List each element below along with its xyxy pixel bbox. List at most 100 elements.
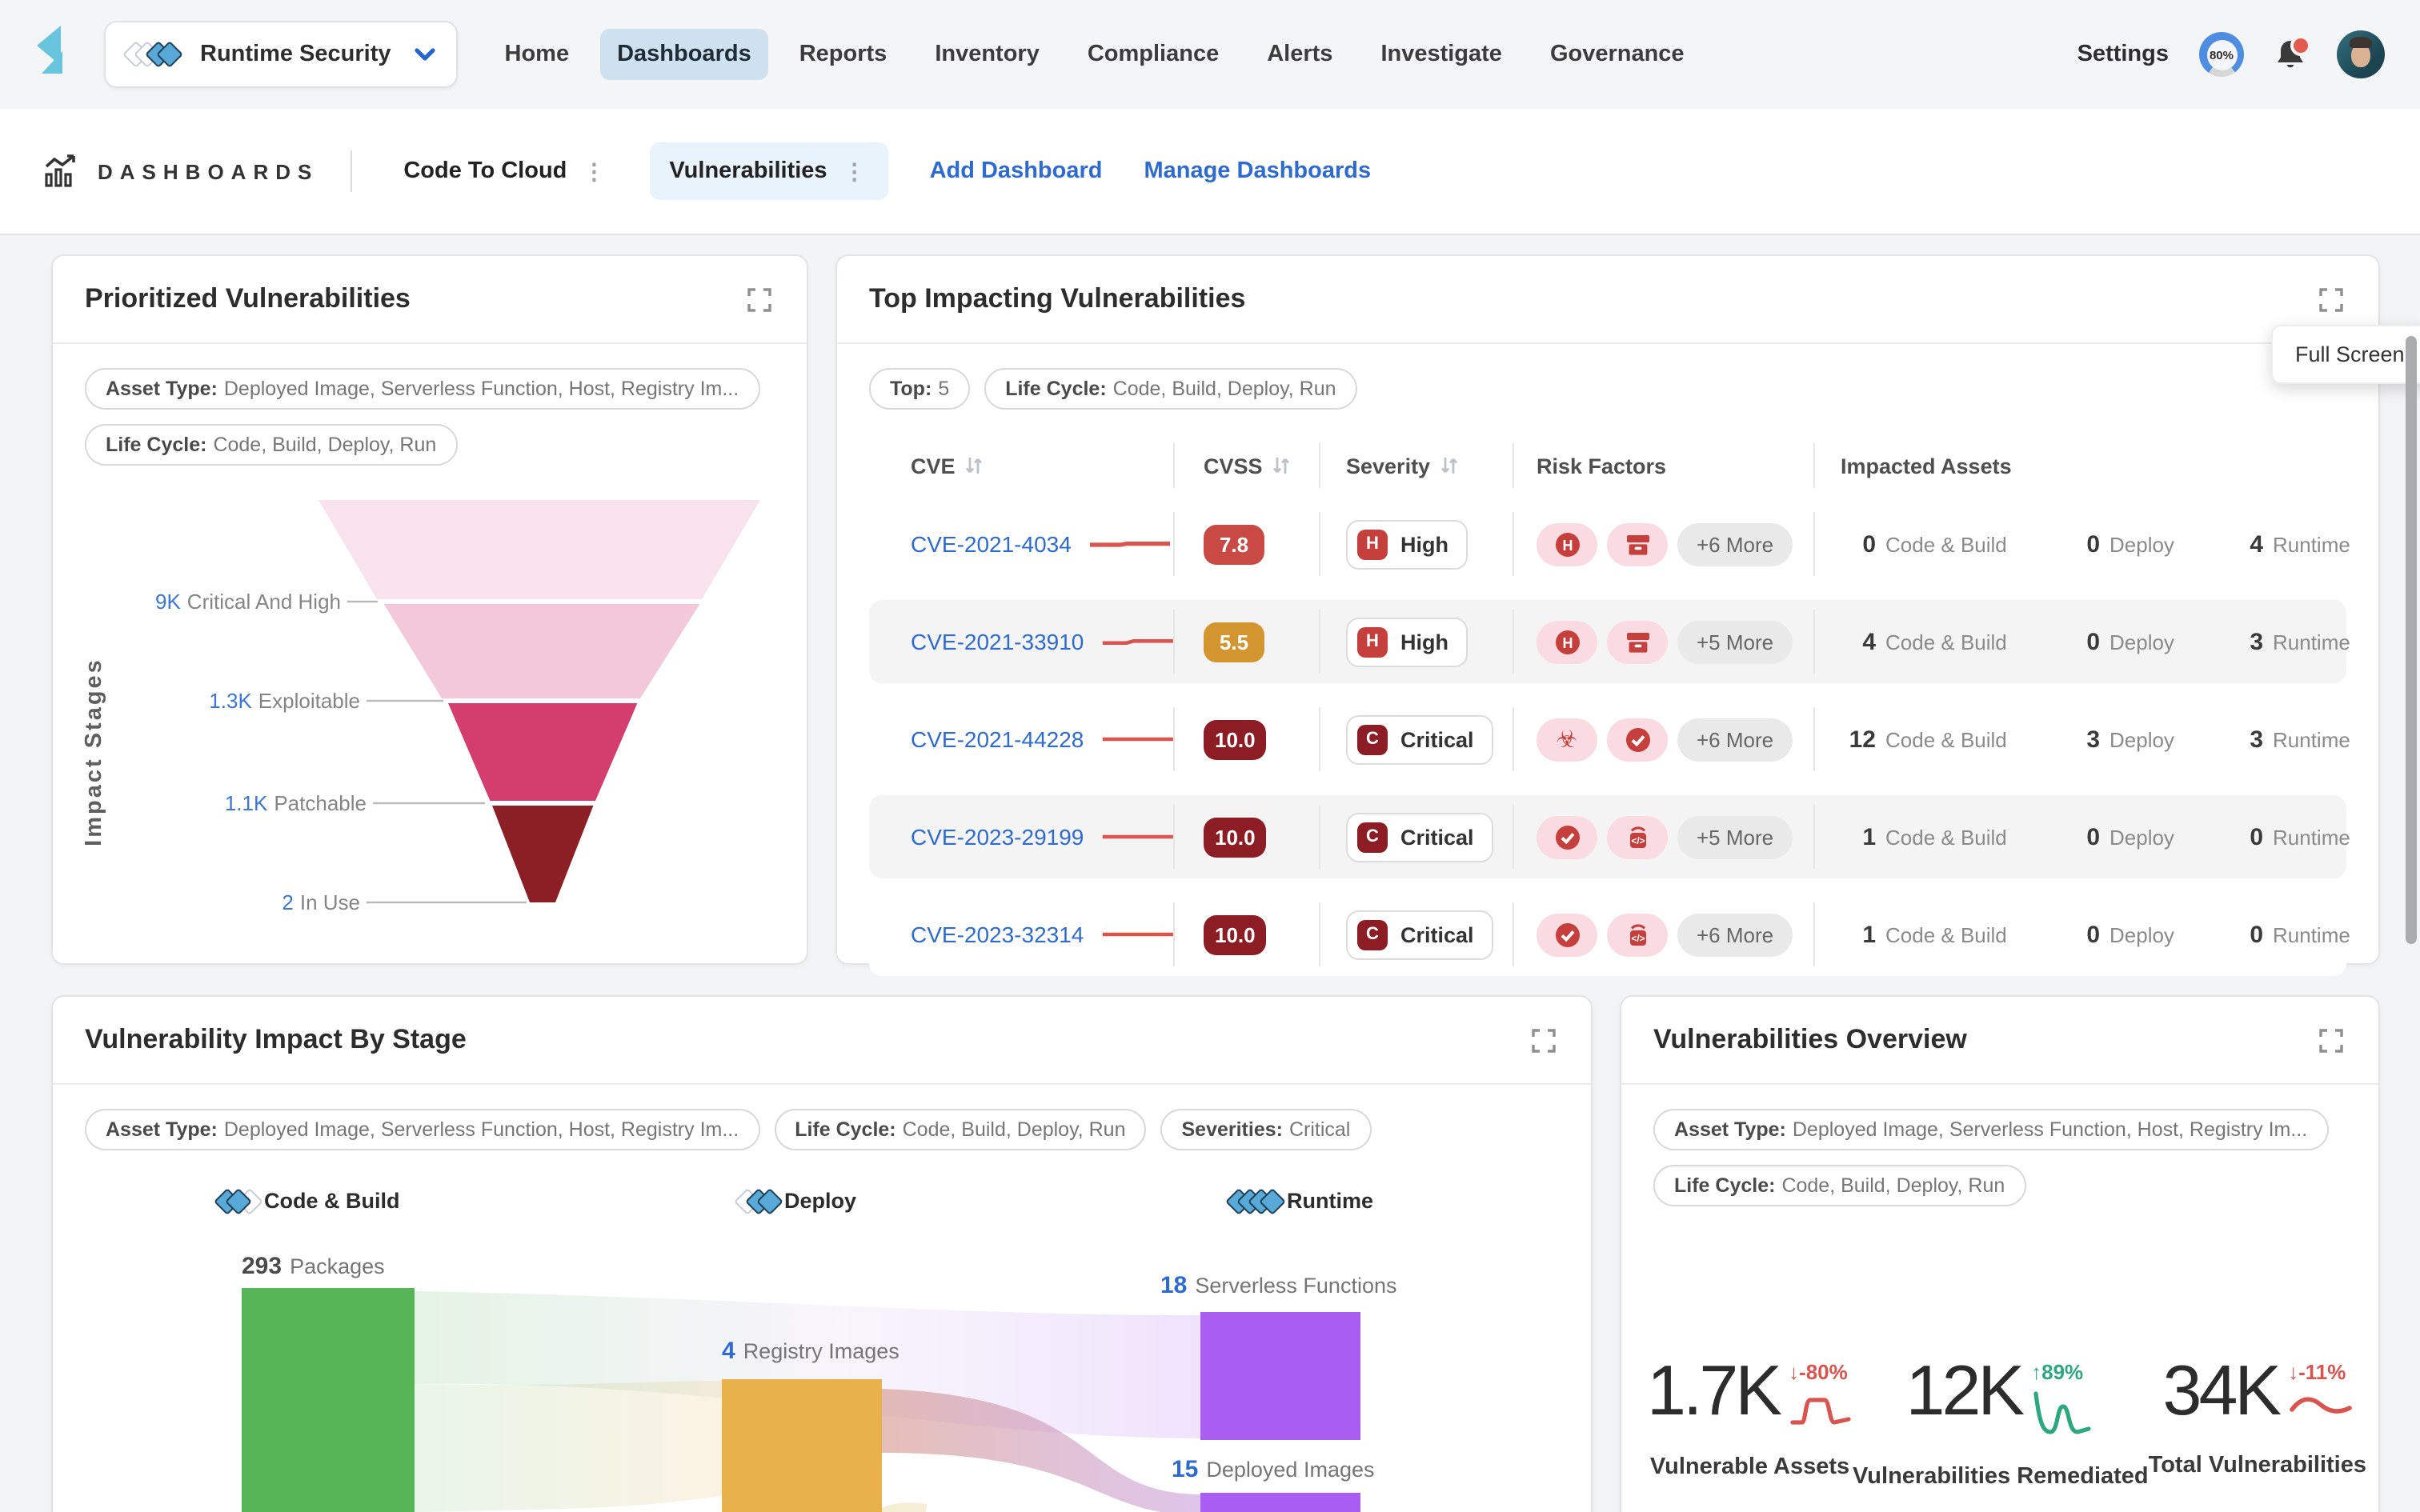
filter-pill-asset-type[interactable]: Asset Type:Deployed Image, Serverless Fu… <box>1653 1109 2328 1150</box>
table-row[interactable]: CVE-2021-44228 10.0 CCritical ☣ +6 More … <box>869 698 2346 781</box>
column-header-risk-factors[interactable]: Risk Factors <box>1514 435 1815 496</box>
stat-vulnerable-assets: 1.7K ↓-80% Vulnerable Assets <box>1647 1357 1853 1490</box>
tab-vulnerabilities[interactable]: Vulnerabilities ⋮ <box>650 142 887 200</box>
cve-link[interactable]: CVE-2021-33910 <box>911 629 1084 654</box>
lifecycle-diamonds-icon <box>1229 1191 1282 1210</box>
filter-pill-severities[interactable]: Severities:Critical <box>1161 1109 1372 1150</box>
vertical-scrollbar[interactable] <box>2406 336 2417 944</box>
top-nav: Runtime Security Home Dashboards Reports… <box>0 0 2420 109</box>
impacted-runtime: 3Runtime <box>2228 628 2350 655</box>
lifecycle-diamonds-icon <box>738 1191 779 1210</box>
nav-item-dashboards[interactable]: Dashboards <box>599 29 769 80</box>
funnel-label: 1.1KPatchable <box>225 791 367 815</box>
risk-factor-check-circle-icon[interactable] <box>1537 913 1597 956</box>
filter-pill-asset-type[interactable]: Asset Type:Deployed Image, Serverless Fu… <box>85 1109 759 1150</box>
fullscreen-tooltip: Full Screen <box>2271 325 2420 384</box>
trend-sparkline-icon <box>2288 1390 2352 1422</box>
nav-item-compliance[interactable]: Compliance <box>1070 29 1236 80</box>
severity-badge: CCritical <box>1346 714 1493 764</box>
sankey-node-deployed-images <box>1200 1493 1360 1512</box>
risk-factor-remote-execution-icon[interactable]: </> <box>1607 913 1668 956</box>
risk-factor-archive-box-icon[interactable] <box>1607 620 1668 663</box>
impacted-runtime: 0Runtime <box>2228 921 2350 948</box>
kebab-menu-icon[interactable]: ⋮ <box>579 163 608 179</box>
fullscreen-button[interactable] <box>1529 1025 1559 1055</box>
nav-item-investigate[interactable]: Investigate <box>1363 29 1520 80</box>
impacted-code-build: 0Code & Build <box>1841 530 2065 558</box>
cve-link[interactable]: CVE-2021-4034 <box>911 531 1072 557</box>
risk-factor-check-circle-icon[interactable] <box>1607 718 1668 761</box>
user-avatar[interactable] <box>2337 30 2385 78</box>
more-risk-factors-pill[interactable]: +6 More <box>1677 913 1793 956</box>
add-dashboard-link[interactable]: Add Dashboard <box>930 158 1103 184</box>
risk-factor-remote-execution-icon[interactable]: </> <box>1607 815 1668 858</box>
main-nav: Home Dashboards Reports Inventory Compli… <box>487 29 1702 80</box>
sort-icon <box>1440 456 1457 475</box>
funnel-label: 9KCritical And High <box>155 590 341 614</box>
cve-link[interactable]: CVE-2021-44228 <box>911 726 1084 752</box>
sankey-label-registry-images: 4Registry Images <box>722 1338 899 1365</box>
impacted-runtime: 0Runtime <box>2228 823 2350 850</box>
sankey-label-deployed-images: 15Deployed Images <box>1172 1456 1375 1483</box>
filter-pill-asset-type[interactable]: Asset Type:Deployed Image, Serverless Fu… <box>85 368 759 410</box>
column-header-impacted-assets[interactable]: Impacted Assets <box>1815 435 2346 496</box>
table-row[interactable]: CVE-2023-29199 10.0 CCritical </> +5 Mor… <box>869 795 2346 878</box>
table-row[interactable]: CVE-2021-33910 5.5 HHigh H +5 More 4Code… <box>869 600 2346 683</box>
nav-item-home[interactable]: Home <box>487 29 587 80</box>
delta-badge: ↓-80% <box>1789 1360 1848 1384</box>
settings-button[interactable]: Settings <box>2077 42 2169 67</box>
more-risk-factors-pill[interactable]: +5 More <box>1677 620 1793 663</box>
product-switcher[interactable]: Runtime Security <box>104 21 459 88</box>
more-risk-factors-pill[interactable]: +6 More <box>1677 718 1793 761</box>
card-title: Prioritized Vulnerabilities <box>85 283 411 315</box>
product-name: Runtime Security <box>200 42 391 67</box>
app-viewport: Runtime Security Home Dashboards Reports… <box>0 0 2420 1512</box>
manage-dashboards-link[interactable]: Manage Dashboards <box>1144 158 1371 184</box>
filter-pill-life-cycle[interactable]: Life Cycle:Code, Build, Deploy, Run <box>1653 1165 2025 1206</box>
risk-factor-archive-box-icon[interactable] <box>1607 522 1668 566</box>
more-risk-factors-pill[interactable]: +6 More <box>1677 522 1793 566</box>
more-risk-factors-pill[interactable]: +5 More <box>1677 815 1793 858</box>
fullscreen-button[interactable] <box>2316 1025 2346 1055</box>
risk-factor-check-circle-icon[interactable] <box>1537 815 1597 858</box>
filter-pill-life-cycle[interactable]: Life Cycle:Code, Build, Deploy, Run <box>774 1109 1146 1150</box>
stage-header-code-build: Code & Build <box>218 1189 400 1213</box>
risk-factor-exploit-biohazard-icon[interactable]: ☣ <box>1537 718 1597 761</box>
column-header-cvss[interactable]: CVSS <box>1175 435 1320 496</box>
filter-pill-top[interactable]: Top:5 <box>869 368 970 410</box>
card-vulnerability-impact-by-stage: Vulnerability Impact By Stage Asset Type… <box>51 995 1593 1512</box>
table-header: CVE CVSS Severity Risk Factors Impacted … <box>869 435 2346 496</box>
table-row[interactable]: CVE-2021-4034 7.8 HHigh H +6 More 0Code … <box>869 502 2346 586</box>
cve-link[interactable]: CVE-2023-32314 <box>911 922 1084 947</box>
column-header-severity[interactable]: Severity <box>1320 435 1514 496</box>
risk-factor-high-severity-icon[interactable]: H <box>1537 620 1597 663</box>
impacted-deploy: 0Deploy <box>2065 530 2228 558</box>
kebab-menu-icon[interactable]: ⋮ <box>840 163 869 179</box>
fullscreen-icon <box>1532 1028 1556 1052</box>
nav-item-alerts[interactable]: Alerts <box>1249 29 1350 80</box>
risk-factor-high-severity-icon[interactable]: H <box>1537 522 1597 566</box>
fullscreen-icon <box>2319 1028 2343 1052</box>
stage-header-runtime: Runtime <box>1229 1189 1373 1213</box>
filter-pill-life-cycle[interactable]: Life Cycle:Code, Build, Deploy, Run <box>984 368 1356 410</box>
card-title: Vulnerability Impact By Stage <box>85 1024 467 1056</box>
table-row[interactable]: CVE-2023-32314 10.0 CCritical </> +6 Mor… <box>869 893 2346 976</box>
trend-sparkline-icon <box>2031 1390 2095 1438</box>
column-header-cve[interactable]: CVE <box>869 435 1175 496</box>
trend-sparkline-icon <box>1089 536 1172 552</box>
cvss-badge: 7.8 <box>1204 524 1264 564</box>
nav-item-inventory[interactable]: Inventory <box>917 29 1057 80</box>
fullscreen-button[interactable] <box>2316 284 2346 314</box>
nav-item-governance[interactable]: Governance <box>1533 29 1702 80</box>
usage-progress-ring[interactable]: 80% <box>2199 32 2244 77</box>
fullscreen-button[interactable] <box>744 284 775 314</box>
notifications-bell-icon[interactable] <box>2274 38 2306 71</box>
impacted-deploy: 0Deploy <box>2065 628 2228 655</box>
trend-sparkline-icon <box>1789 1390 1853 1429</box>
nav-item-reports[interactable]: Reports <box>782 29 905 80</box>
cve-link[interactable]: CVE-2023-29199 <box>911 824 1084 850</box>
section-label: DASHBOARDS <box>98 159 319 183</box>
filter-pill-life-cycle[interactable]: Life Cycle:Code, Build, Deploy, Run <box>85 424 457 466</box>
tab-code-to-cloud[interactable]: Code To Cloud ⋮ <box>384 142 627 200</box>
brand-logo-icon <box>35 26 78 83</box>
